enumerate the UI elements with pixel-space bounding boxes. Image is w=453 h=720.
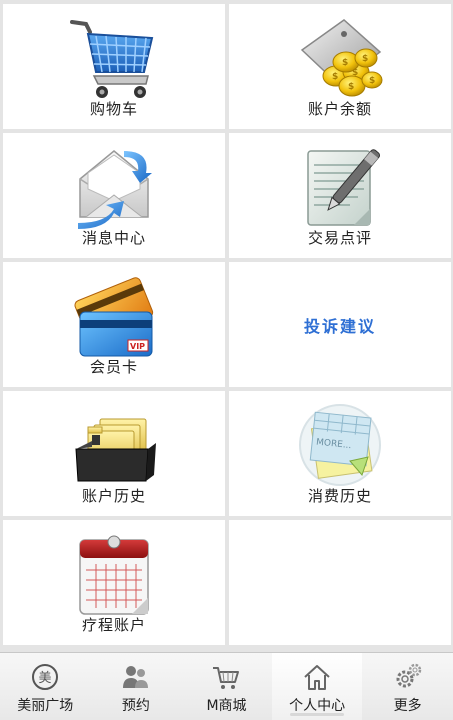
tile-shopping-cart[interactable]: 购物车 [3, 4, 225, 129]
svg-text:$: $ [342, 58, 348, 68]
bottom-tab-bar: 美 美丽广场 预约 M商城 个人中心 更多 [0, 652, 453, 720]
tab-label: 更多 [393, 698, 422, 714]
tab-more[interactable]: 更多 [362, 653, 453, 720]
tab-personal-center[interactable]: 个人中心 [271, 653, 363, 720]
tab-label: 预约 [121, 698, 150, 714]
shopping-cart-icon [66, 14, 162, 102]
notes-icon: MORE... [292, 401, 388, 489]
svg-text:$: $ [348, 82, 354, 92]
gears-icon [396, 663, 421, 688]
coins-icon: $ $ $ $ $ $ [292, 14, 388, 102]
svg-text:VIP: VIP [130, 342, 145, 351]
complaints-link-label: 投诉建议 [303, 316, 376, 336]
tile-account-balance[interactable]: $ $ $ $ $ $ 账户余额 [229, 4, 451, 129]
tile-consumption-history[interactable]: MORE... 消费历史 [229, 391, 451, 516]
menu-grid: 购物车 $ $ $ $ $ $ 账户余额 消息中心 交易点评 VIP 会员卡 投… [0, 0, 453, 650]
tab-label: 美丽广场 [17, 698, 74, 714]
tab-m-mall[interactable]: M商城 [181, 653, 272, 720]
people-icon [122, 666, 148, 688]
home-icon [304, 665, 330, 690]
tab-appointment[interactable]: 预约 [91, 653, 182, 720]
tile-complaints-suggestions[interactable]: 投诉建议 [229, 262, 451, 387]
svg-text:$: $ [369, 76, 375, 86]
tab-label: 个人中心 [289, 698, 346, 714]
mei-circle-icon: 美 [32, 664, 59, 690]
file-box-icon [66, 401, 162, 489]
svg-text:$: $ [332, 72, 338, 82]
svg-text:美: 美 [39, 671, 52, 686]
tile-member-card[interactable]: VIP 会员卡 [3, 262, 225, 387]
tile-empty [229, 520, 451, 645]
credit-cards-icon: VIP [66, 272, 162, 360]
svg-text:$: $ [362, 54, 368, 64]
tab-label: M商城 [206, 698, 247, 714]
notepad-pen-icon [292, 143, 388, 231]
calendar-icon [66, 530, 162, 618]
tile-treatment-account[interactable]: 疗程账户 [3, 520, 225, 645]
tab-beauty-plaza[interactable]: 美 美丽广场 [0, 653, 91, 720]
basket-icon [213, 667, 240, 689]
tile-transaction-review[interactable]: 交易点评 [229, 133, 451, 258]
tile-account-history[interactable]: 账户历史 [3, 391, 225, 516]
envelope-icon [66, 143, 162, 231]
tile-message-center[interactable]: 消息中心 [3, 133, 225, 258]
svg-text:$: $ [352, 68, 358, 78]
